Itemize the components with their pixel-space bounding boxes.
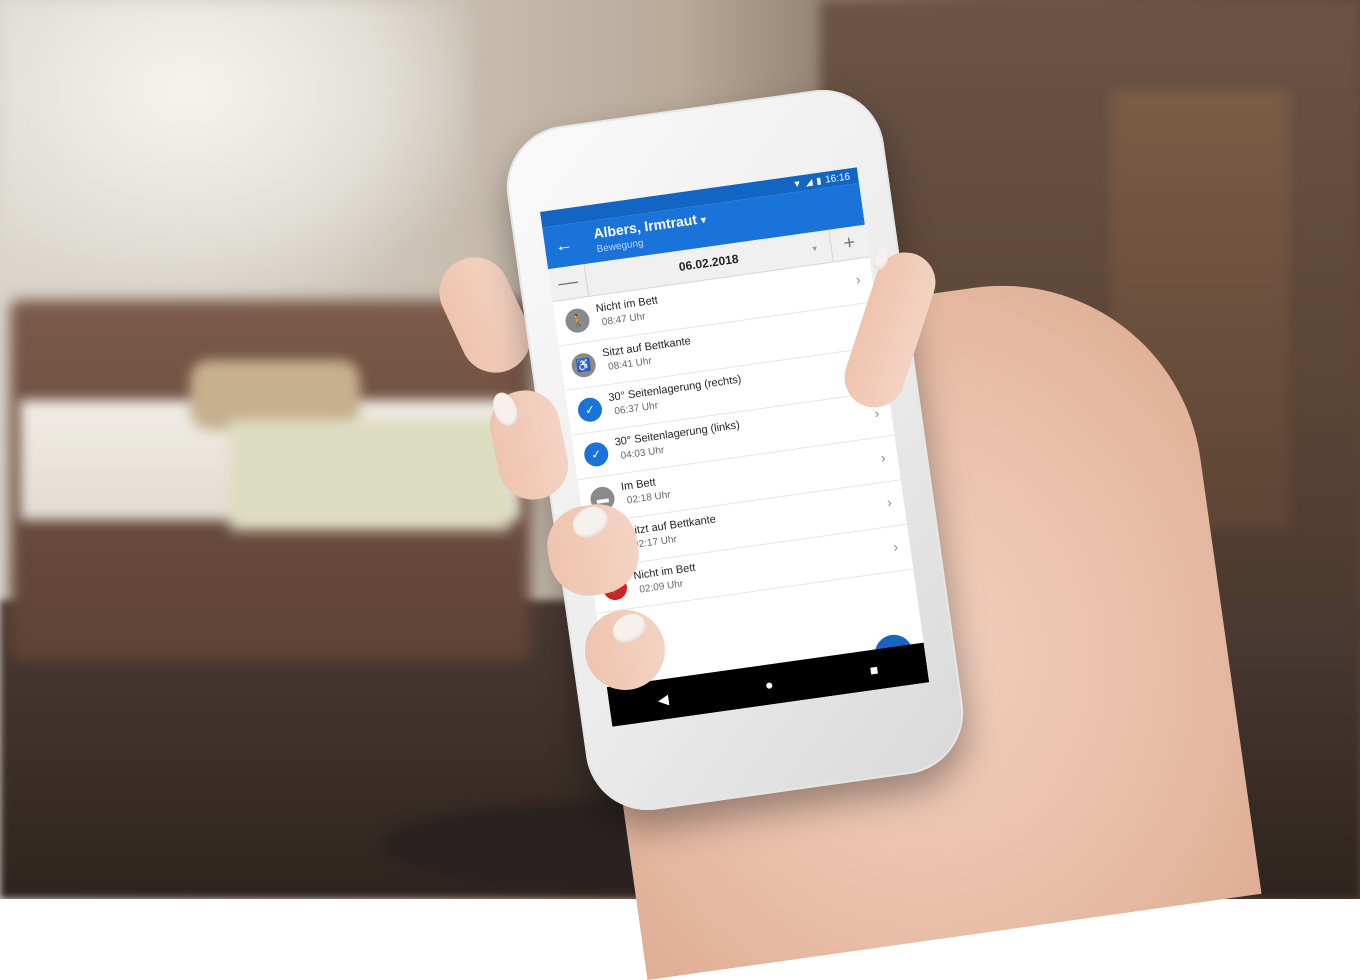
entry-time: 02:17 Uhr [632,534,678,552]
chevron-down-icon: ▾ [700,214,707,227]
chevron-right-icon: › [892,538,900,555]
sitting-person-icon: ♿ [570,351,598,379]
nav-recents-icon[interactable]: ■ [869,661,880,678]
previous-day-button[interactable]: — [548,264,590,301]
entry-label: Nicht im Bett [632,561,697,583]
chevron-right-icon: › [879,449,887,466]
wifi-icon: ▼ [792,178,803,190]
date-value: 06.02.2018 [677,251,740,274]
chevron-down-icon: ▾ [812,243,818,254]
chevron-right-icon: › [854,270,862,288]
battery-icon: ▮ [815,174,822,186]
entry-time: 08:47 Uhr [601,311,647,329]
page-subtitle: Bewegung [596,237,645,256]
entry-time: 02:09 Uhr [638,578,684,596]
entry-time: 02:18 Uhr [626,489,672,507]
entry-label: Nicht im Bett [595,294,659,315]
signal-icon: ◢ [804,176,814,188]
walking-person-icon: 🚶 [563,307,592,335]
check-icon: ✓ [582,440,610,468]
blanket [230,420,510,530]
entry-label: Im Bett [620,476,657,494]
next-day-button[interactable]: + [828,224,870,262]
chevron-right-icon: › [885,493,893,511]
entry-time: 08:41 Uhr [607,355,653,373]
nav-home-icon[interactable]: ● [764,676,775,693]
check-icon: ✓ [576,396,604,424]
window-light [0,0,470,300]
entry-time: 04:03 Uhr [620,444,666,462]
status-time: 16:16 [824,170,851,186]
arrow-left-icon[interactable]: ← [553,234,574,257]
nav-back-icon[interactable]: ◀ [657,690,670,708]
entry-time: 06:37 Uhr [613,400,659,418]
